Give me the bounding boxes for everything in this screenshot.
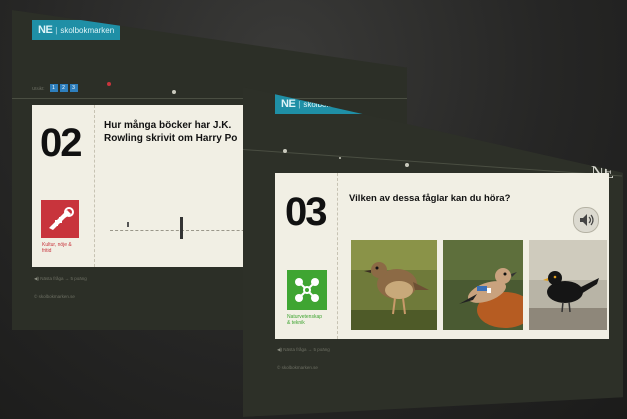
- speaker-icon[interactable]: [573, 207, 599, 233]
- category-label: Naturvetenskap & teknik: [287, 314, 322, 326]
- page-nav-label: Utsikt:: [32, 85, 45, 91]
- page-button[interactable]: 2: [59, 84, 68, 92]
- question-number: 03: [285, 190, 327, 234]
- category-label: Kultur, nöje & fritid: [42, 242, 72, 254]
- question-card: 03 Naturvetenskap & teknik Vilken av des…: [275, 173, 609, 339]
- front-quiz-screen: NE|skolbokmarken NE Utvalda 03 Naturvete…: [243, 87, 623, 417]
- slider-tick: [127, 222, 129, 227]
- answer-slider-handle[interactable]: [180, 217, 183, 239]
- question-card: 02 Kultur, nöje & fritid Hur många böcke…: [32, 105, 272, 267]
- divider: [12, 98, 407, 99]
- question-line: Rowling skrivit om Harry Po: [104, 133, 238, 144]
- category-label-line: fritid: [42, 248, 52, 254]
- footer-text: ◀) Nästa fråga → 5 poäng: [277, 347, 330, 353]
- question-text: Hur många böcker har J.K. Rowling skrivi…: [104, 119, 237, 145]
- footer-text: ◀) Nästa fråga → 5 poäng: [34, 276, 87, 282]
- thrush-bird-icon[interactable]: [351, 240, 437, 330]
- question-number: 02: [40, 121, 82, 165]
- footer-label: Nästa fråga → 5 poäng: [283, 347, 330, 352]
- progress-dot: [172, 90, 176, 94]
- progress-dot: [107, 82, 111, 86]
- speaker-small-icon: ◀): [277, 347, 282, 352]
- ne-logo: NE: [281, 98, 296, 110]
- trumpet-icon: [41, 200, 79, 238]
- footer-copyright: © skolbokmarken.se: [34, 294, 75, 299]
- page-nav: Utsikt: 1 2 3: [32, 84, 78, 92]
- ne-logo: NE: [38, 24, 53, 36]
- progress-dot: [283, 149, 287, 153]
- network-nodes-icon: [287, 270, 327, 310]
- footer-label: Nästa fråga → 5 poäng: [40, 276, 87, 281]
- progress-dot: [405, 163, 409, 167]
- page-button[interactable]: 3: [69, 84, 78, 92]
- category-label-line: & teknik: [287, 320, 305, 326]
- blackbird-icon[interactable]: [529, 240, 607, 330]
- brand-tab[interactable]: NE|skolbokmarken: [32, 20, 121, 40]
- jay-bird-icon[interactable]: [443, 240, 523, 330]
- question-line: Hur många böcker har J.K.: [104, 120, 232, 131]
- progress-dot: [339, 157, 341, 159]
- footer-copyright: © skolbokmarken.se: [277, 365, 318, 370]
- question-text: Vilken av dessa fåglar kan du höra?: [349, 193, 511, 204]
- brand-label: skolbokmarken: [60, 26, 115, 35]
- speaker-small-icon: ◀): [34, 276, 39, 281]
- page-button[interactable]: 1: [49, 84, 58, 92]
